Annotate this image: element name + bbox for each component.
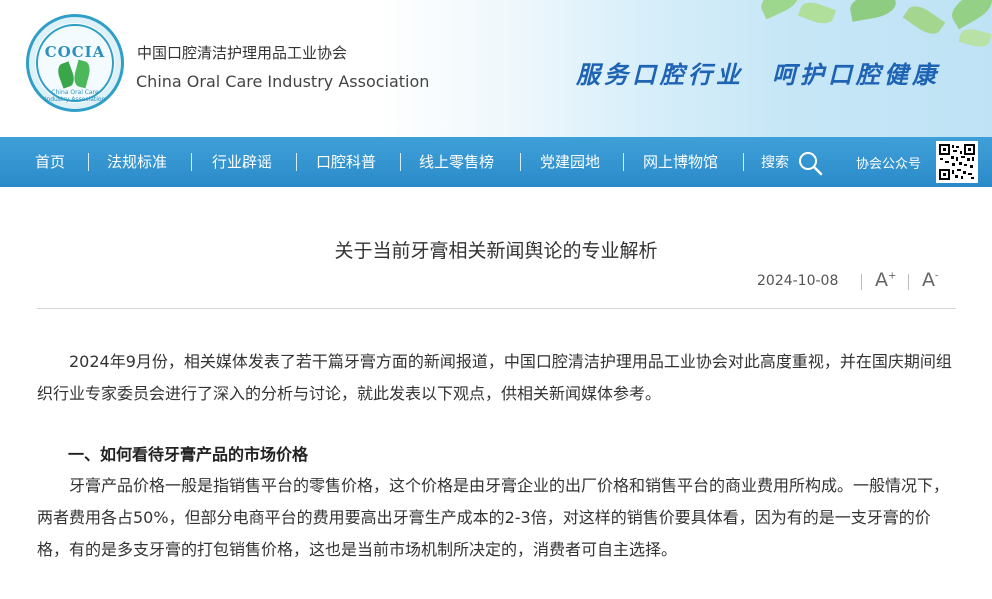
logo-acronym: COCIA	[44, 43, 106, 61]
logo-ring-text: China Oral Care Industry Association	[44, 89, 106, 103]
decorative-leaf	[757, 0, 803, 20]
wechat-account-label[interactable]: 协会公众号	[856, 153, 921, 172]
meta-separator	[908, 274, 909, 290]
font-increase-label: A	[875, 269, 888, 291]
paragraph-text: 牙膏产品价格一般是指销售平台的零售价格，这个价格是由牙膏企业的出厂价格和销售平台…	[37, 476, 950, 559]
search-label[interactable]: 搜索	[761, 152, 789, 172]
nav-item-party-building[interactable]: 党建园地	[540, 151, 600, 172]
cocia-logo[interactable]: COCIA China Oral Care Industry Associati…	[26, 14, 124, 112]
nav-separator	[400, 153, 401, 171]
decorative-leaf	[958, 26, 992, 50]
nav-item-home[interactable]: 首页	[35, 151, 65, 172]
main-nav: 首页 法规标准 行业辟谣 口腔科普 线上零售榜 党建园地 网上博物馆 搜索 协会…	[0, 137, 992, 187]
search-icon[interactable]	[797, 150, 823, 176]
nav-item-regulations[interactable]: 法规标准	[107, 151, 167, 172]
nav-separator	[743, 153, 744, 171]
font-decrease-icon[interactable]: A-	[922, 269, 939, 291]
font-decrease-label: A	[922, 269, 935, 291]
decorative-leaf	[946, 0, 992, 30]
nav-item-rumor-refute[interactable]: 行业辟谣	[212, 151, 272, 172]
section-heading: 一、如何看待牙膏产品的市场价格	[68, 445, 309, 464]
nav-separator	[296, 153, 297, 171]
nav-separator	[520, 153, 521, 171]
nav-item-online-museum[interactable]: 网上博物馆	[643, 151, 718, 172]
decorative-leaf	[797, 0, 837, 28]
article-date: 2024-10-08	[757, 273, 839, 289]
article-title: 关于当前牙膏相关新闻舆论的专业解析	[334, 240, 658, 262]
font-increase-icon[interactable]: A+	[875, 269, 896, 291]
org-name-cn: 中国口腔清洁护理用品工业协会	[137, 44, 348, 62]
nav-item-oral-science[interactable]: 口腔科普	[316, 151, 376, 172]
article-divider	[37, 308, 956, 309]
decorative-leaf	[902, 0, 946, 40]
nav-separator	[88, 153, 89, 171]
site-slogan: 服务口腔行业 呵护口腔健康	[576, 60, 940, 89]
org-name-en: China Oral Care Industry Association	[136, 72, 430, 91]
meta-separator	[861, 274, 862, 290]
nav-item-online-retail-rank[interactable]: 线上零售榜	[419, 151, 494, 172]
decorative-leaf	[848, 0, 898, 22]
qr-code-graphic	[939, 144, 975, 180]
article-paragraph: 牙膏产品价格一般是指销售平台的零售价格，这个价格是由牙膏企业的出厂价格和销售平台…	[37, 470, 955, 566]
article-paragraph: 2024年9月份，相关媒体发表了若干篇牙膏方面的新闻报道，中国口腔清洁护理用品工…	[37, 346, 955, 410]
nav-separator	[191, 153, 192, 171]
nav-separator	[623, 153, 624, 171]
paragraph-text: 2024年9月份，相关媒体发表了若干篇牙膏方面的新闻报道，中国口腔清洁护理用品工…	[37, 352, 952, 403]
qr-code-icon[interactable]	[936, 141, 978, 183]
site-header: COCIA China Oral Care Industry Associati…	[0, 0, 992, 137]
